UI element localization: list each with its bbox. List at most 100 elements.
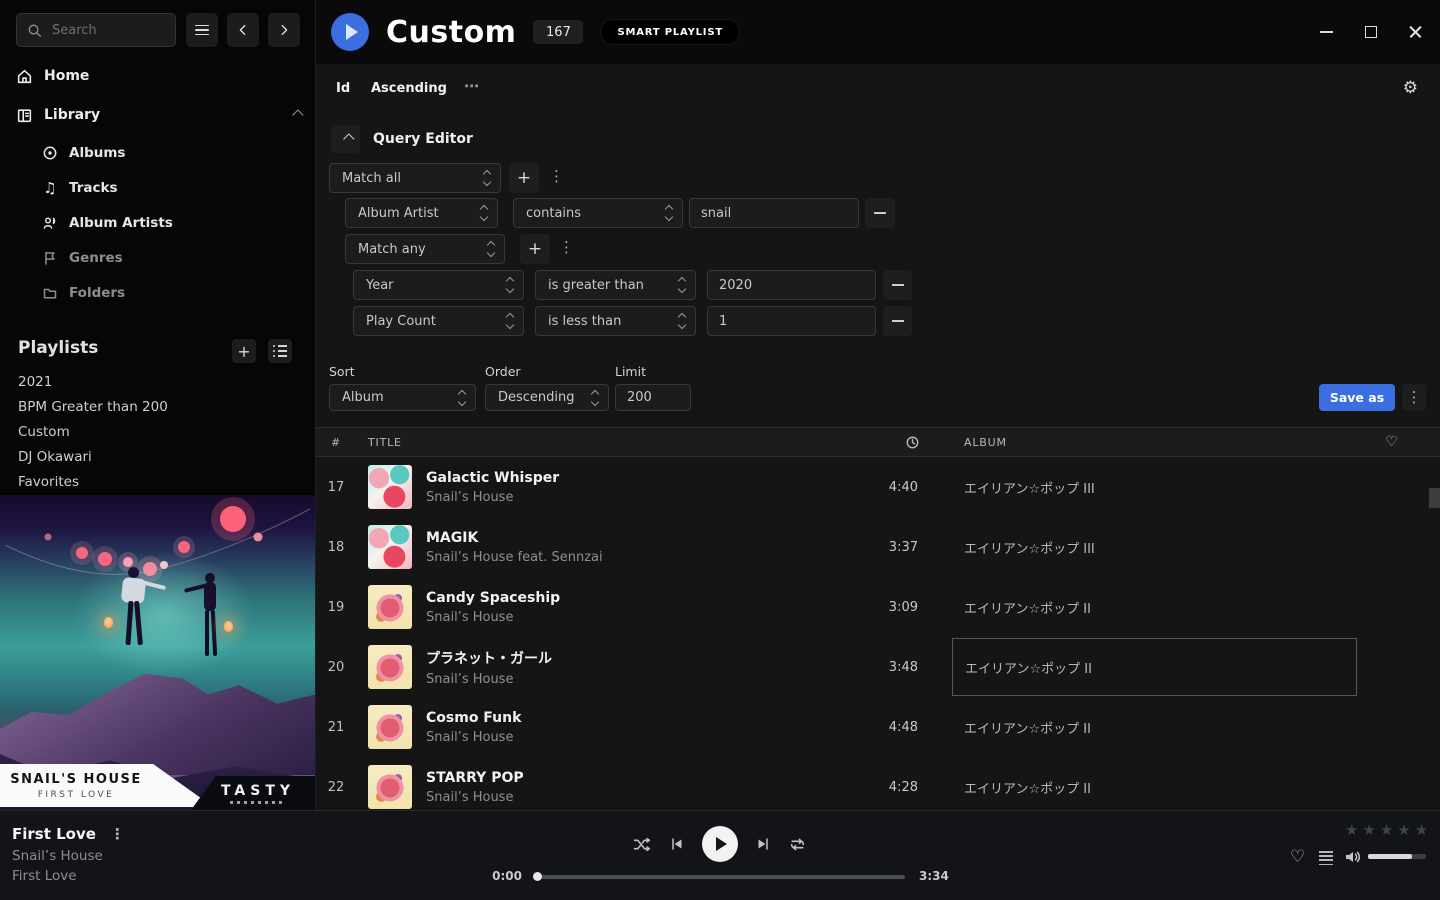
- star-icon[interactable]: ★: [1362, 821, 1375, 839]
- volume-slider[interactable]: [1368, 854, 1426, 859]
- star-icon[interactable]: ★: [1345, 821, 1358, 839]
- add-playlist-button[interactable]: +: [232, 339, 256, 363]
- now-playing-track[interactable]: First Love: [12, 825, 96, 843]
- column-header-title[interactable]: TITLE: [368, 436, 412, 449]
- sidebar-item-home[interactable]: Home: [16, 62, 89, 90]
- add-rule-button-group1[interactable]: +: [509, 163, 539, 193]
- rule-field-select[interactable]: Year: [353, 270, 524, 300]
- remove-rule-button[interactable]: [883, 306, 912, 336]
- track-row[interactable]: 17 Galactic Whisper Snail’s House 4:40 エ…: [316, 457, 1440, 517]
- column-header-album[interactable]: ALBUM: [952, 436, 1357, 449]
- folders-label: Folders: [69, 285, 125, 301]
- sidebar-item-album-artists[interactable]: Album Artists: [42, 210, 173, 236]
- track-row[interactable]: 18 MAGIK Snail’s House feat. Sennzai 3:3…: [316, 517, 1440, 577]
- group1-menu-button[interactable]: ⋮: [549, 169, 564, 184]
- track-title: STARRY POP: [426, 770, 872, 786]
- gear-icon[interactable]: ⚙: [1403, 78, 1418, 98]
- match-select-group1[interactable]: Match all: [329, 163, 501, 193]
- scrollbar-thumb[interactable]: [1429, 488, 1440, 508]
- limit-input[interactable]: [615, 384, 691, 411]
- minimize-button[interactable]: [1318, 24, 1334, 40]
- now-playing-album[interactable]: First Love: [12, 868, 77, 884]
- speaker-icon: [1344, 849, 1362, 865]
- shuffle-button[interactable]: [633, 836, 652, 853]
- track-row[interactable]: 22 STARRY POP Snail’s House 4:28 エイリアン☆ポ…: [316, 757, 1440, 810]
- search-input[interactable]: [16, 13, 176, 47]
- library-label: Library: [44, 107, 100, 123]
- rule-operator-select[interactable]: is less than: [535, 306, 696, 336]
- column-header-duration[interactable]: [872, 435, 932, 450]
- repeat-button[interactable]: [788, 836, 807, 853]
- playlist-item[interactable]: Favorites: [18, 471, 79, 493]
- play-playlist-button[interactable]: [331, 13, 369, 51]
- track-album-cell[interactable]: エイリアン☆ポップ II: [952, 638, 1357, 696]
- sort-direction-button[interactable]: Ascending: [371, 81, 447, 96]
- sort-field-button[interactable]: Id: [336, 81, 350, 96]
- playlist-item[interactable]: BPM Greater than 200: [18, 396, 168, 418]
- star-icon[interactable]: ★: [1380, 821, 1393, 839]
- playlist-view-button[interactable]: [268, 339, 292, 363]
- playlist-item[interactable]: 2021: [18, 371, 52, 393]
- sort-select[interactable]: Album: [329, 384, 476, 411]
- rule-field-select[interactable]: Album Artist: [345, 198, 498, 228]
- remove-rule-button[interactable]: [883, 270, 912, 300]
- rule-value-input[interactable]: [689, 198, 859, 228]
- track-album-cell[interactable]: エイリアン☆ポップ II: [952, 578, 1357, 636]
- now-playing-menu-button[interactable]: ⋮: [110, 827, 125, 842]
- library-collapse-button[interactable]: [291, 107, 299, 123]
- play-button[interactable]: [702, 826, 738, 862]
- track-album-cell[interactable]: エイリアン☆ポップ II: [952, 698, 1357, 756]
- sidebar-item-albums[interactable]: Albums: [42, 140, 125, 166]
- select-chevron-icon: [592, 391, 598, 405]
- now-playing-album-art[interactable]: SNAIL'S HOUSE FIRST LOVE TASTY: [0, 495, 315, 810]
- nav-forward-button[interactable]: [268, 13, 300, 47]
- seek-bar[interactable]: [535, 875, 905, 879]
- next-button[interactable]: [755, 836, 771, 852]
- track-album-cell[interactable]: エイリアン☆ポップ II: [952, 758, 1357, 810]
- previous-button[interactable]: [669, 836, 685, 852]
- track-album-cell[interactable]: エイリアン☆ポップ III: [952, 518, 1357, 576]
- playlists-title: Playlists: [18, 338, 98, 358]
- order-select[interactable]: Descending: [485, 384, 609, 411]
- star-icon[interactable]: ★: [1397, 821, 1410, 839]
- rule-operator-select[interactable]: is greater than: [535, 270, 696, 300]
- track-row[interactable]: 20 プラネット・ガール Snail’s House 3:48 エイリアン☆ポッ…: [316, 637, 1440, 697]
- volume-button[interactable]: [1344, 849, 1362, 865]
- nav-back-button[interactable]: [227, 13, 259, 47]
- playlist-item[interactable]: DJ Okawari: [18, 446, 92, 468]
- rule-operator-select[interactable]: contains: [513, 198, 683, 228]
- sidebar-item-tracks[interactable]: ♫ Tracks: [42, 175, 118, 201]
- playlist-item[interactable]: Custom: [18, 421, 70, 443]
- sidebar-item-library[interactable]: Library: [16, 101, 299, 129]
- rule-value-input[interactable]: [707, 306, 876, 336]
- remove-rule-button[interactable]: [865, 198, 895, 228]
- track-row[interactable]: 19 Candy Spaceship Snail’s House 3:09 エイ…: [316, 577, 1440, 637]
- close-button[interactable]: [1408, 24, 1424, 40]
- record-label-marks: [230, 801, 286, 804]
- track-row[interactable]: 21 Cosmo Funk Snail’s House 4:48 エイリアン☆ポ…: [316, 697, 1440, 757]
- save-menu-button[interactable]: ⋮: [1402, 384, 1426, 411]
- group2-menu-button[interactable]: ⋮: [559, 240, 574, 255]
- match-select-group2[interactable]: Match any: [345, 234, 505, 264]
- seek-handle[interactable]: [533, 872, 542, 881]
- column-header-favorite[interactable]: ♡: [1357, 434, 1440, 450]
- track-duration: 3:09: [872, 600, 932, 615]
- query-editor-collapse-button[interactable]: [331, 125, 360, 153]
- app-menu-button[interactable]: [186, 13, 218, 47]
- rule-field-select[interactable]: Play Count: [353, 306, 524, 336]
- list-icon: [273, 345, 287, 357]
- more-options-button[interactable]: ⋯: [464, 77, 480, 95]
- add-rule-button-group2[interactable]: +: [520, 234, 550, 264]
- save-as-button[interactable]: Save as: [1319, 384, 1395, 411]
- now-playing-artist[interactable]: Snail’s House: [12, 848, 103, 864]
- rule-value-input[interactable]: [707, 270, 876, 300]
- track-album-cell[interactable]: エイリアン☆ポップ III: [952, 458, 1357, 516]
- star-icon[interactable]: ★: [1415, 821, 1428, 839]
- queue-button[interactable]: [1319, 851, 1333, 865]
- column-header-index[interactable]: #: [316, 436, 356, 449]
- sidebar-item-folders[interactable]: Folders: [42, 280, 125, 306]
- maximize-button[interactable]: [1363, 24, 1379, 40]
- sidebar-item-genres[interactable]: Genres: [42, 245, 123, 271]
- favorite-button[interactable]: ♡: [1290, 847, 1305, 867]
- search-field[interactable]: [50, 22, 164, 39]
